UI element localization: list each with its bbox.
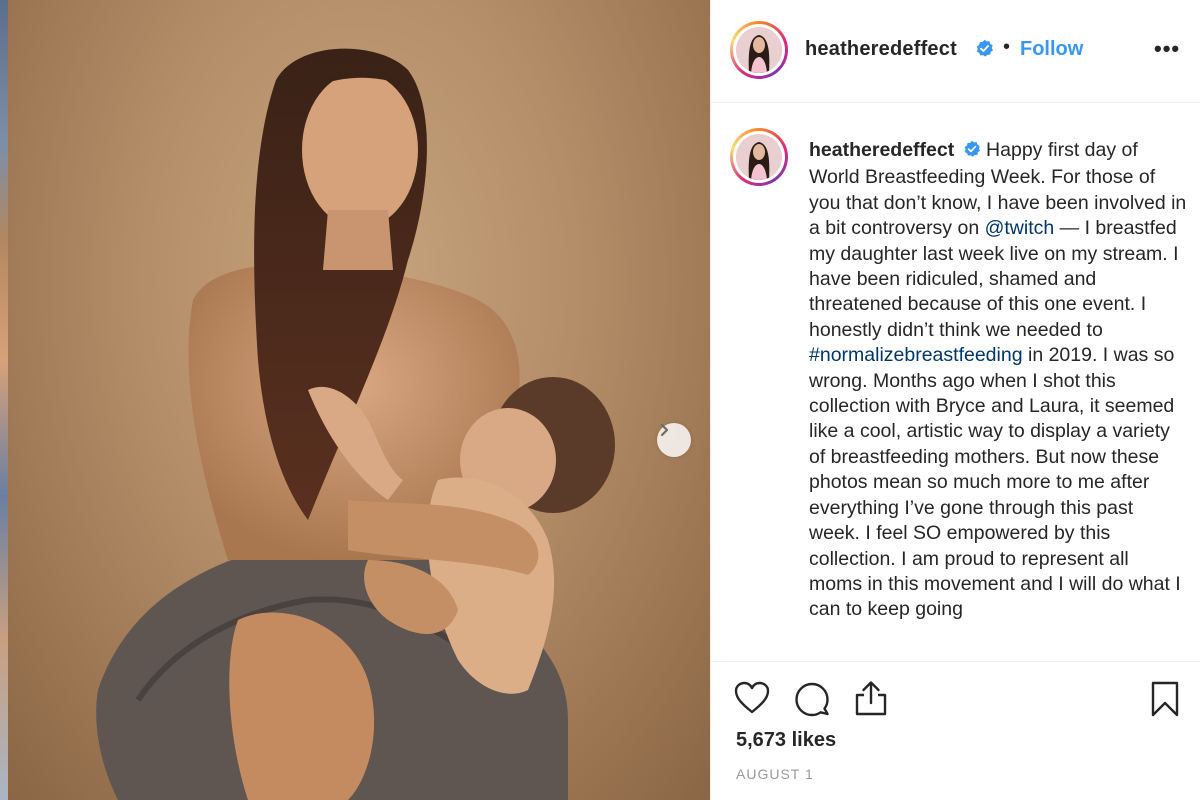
- next-image-button[interactable]: [657, 423, 691, 457]
- post-actions: 5,673 likes AUGUST 1: [711, 663, 1200, 800]
- verified-badge-icon: [963, 140, 981, 165]
- bookmark-icon: [1151, 681, 1179, 717]
- share-button[interactable]: [854, 680, 888, 721]
- header-username[interactable]: heatheredeffect: [805, 38, 957, 61]
- save-button[interactable]: [1150, 681, 1180, 722]
- post-side-panel: heatheredeffect • Follow ••• heatheredef…: [710, 0, 1200, 800]
- likes-count[interactable]: 5,673 likes: [736, 729, 836, 752]
- comment-bubble-icon: [795, 682, 829, 717]
- post-header: heatheredeffect • Follow •••: [711, 0, 1200, 103]
- hashtag-link-normalizebreastfeeding[interactable]: #normalizebreastfeeding: [809, 344, 1023, 366]
- share-icon: [855, 681, 887, 716]
- mention-link-twitch[interactable]: @twitch: [985, 217, 1055, 239]
- comment-button[interactable]: [794, 681, 830, 722]
- avatar[interactable]: [730, 21, 788, 79]
- verified-badge-icon: [975, 39, 994, 63]
- background-page-strip: [0, 0, 8, 800]
- caption-avatar[interactable]: [730, 128, 788, 186]
- follow-button[interactable]: Follow: [1020, 38, 1083, 61]
- post-date[interactable]: AUGUST 1: [736, 766, 814, 782]
- chevron-right-icon: [660, 423, 669, 437]
- caption-username[interactable]: heatheredeffect: [809, 139, 954, 161]
- post-photo[interactable]: [8, 0, 710, 800]
- photo-illustration: [96, 48, 615, 800]
- caption-text-3: in 2019. I was so wrong. Months ago when…: [809, 344, 1181, 621]
- avatar-portrait: [736, 134, 782, 180]
- like-button[interactable]: [734, 681, 770, 720]
- caption-area[interactable]: heatheredeffect Happy first day of World…: [711, 104, 1200, 662]
- more-options-button[interactable]: •••: [1154, 36, 1180, 62]
- separator-dot: •: [1003, 36, 1011, 58]
- heart-icon: [734, 681, 770, 714]
- avatar-portrait: [736, 27, 782, 73]
- post-caption: heatheredeffect Happy first day of World…: [809, 138, 1187, 623]
